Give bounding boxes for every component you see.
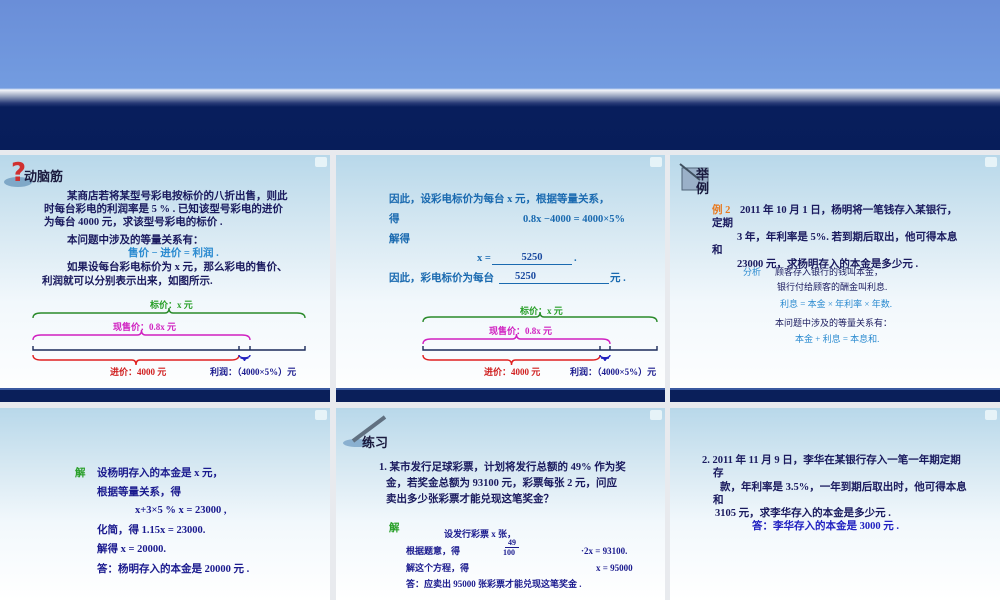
- question-line: 款，年利率是 3.5%，一年到期后取出时，他可得本息: [720, 482, 967, 493]
- brace-cost: [32, 354, 240, 366]
- equation: 利息 = 本金 × 年利率 × 年数.: [780, 299, 892, 309]
- slide-thumbnail-3[interactable]: 举例 例 2 2011 年 10 月 1 日，杨明将一笔钱存入某银行， 定期 3…: [670, 155, 1000, 402]
- number-line: [422, 346, 658, 351]
- label-sale-price: 现售价：0.8x 元: [113, 322, 177, 332]
- label-profit: 利润：（4000×5%）元: [570, 367, 657, 377]
- slide-footer-band: [336, 388, 665, 402]
- example-label: 例 2: [712, 205, 731, 216]
- text-line: 根据题意，得: [406, 546, 461, 556]
- text-line: 银行付给顾客的酬金叫利息.: [777, 282, 888, 292]
- equation: ·2x = 93100.: [581, 546, 628, 556]
- equation: x+3×5 % x = 23000 ,: [135, 505, 227, 516]
- question-line: 3105 元，求李华存入的本金是多少元 .: [715, 508, 891, 519]
- solve-label: 解: [389, 523, 400, 534]
- answer-line: 答：杨明存入的本金是 20000 元 .: [97, 564, 250, 575]
- text-line: 解得 x = 20000.: [97, 544, 166, 555]
- text-line: 定期: [712, 218, 733, 229]
- text-line: 3 年，年利率是 5%. 若到期后取出，他可得本息: [737, 232, 958, 243]
- slide-footer-band: [670, 388, 1000, 402]
- slide-title: 举例: [696, 168, 710, 197]
- question-line: 2. 2011 年 11 月 9 日，李华在某银行存入一笔一年期定期: [702, 455, 961, 466]
- text-line: 解这个方程，得: [406, 563, 470, 573]
- label-list-price: 标价：x 元: [150, 300, 193, 310]
- answer-line: 答：应卖出 95000 张彩票才能兑现这笔奖金 .: [406, 579, 582, 589]
- label-profit: 利润：（4000×5%）元: [210, 367, 297, 377]
- slide-thumbnail-6[interactable]: 2. 2011 年 11 月 9 日，李华在某银行存入一笔一年期定期 存 款，年…: [670, 408, 1000, 600]
- text-line: 2011 年 10 月 1 日，杨明将一笔钱存入某银行，: [740, 205, 958, 216]
- text-line: 和: [712, 245, 723, 256]
- slide-corner-marker: [650, 410, 662, 420]
- brace-cost: [422, 354, 601, 366]
- number-line: [32, 346, 306, 351]
- text-line: 设杨明存入的本金是 x 元，: [97, 468, 223, 479]
- question-line: 1. 某市发行足球彩票，计划将发行总额的 49% 作为奖: [379, 462, 626, 473]
- slide-thumbnail-4[interactable]: 解 设杨明存入的本金是 x 元， 根据等量关系，得 x+3×5 % x = 23…: [0, 408, 330, 600]
- fraction-numerator: 49: [505, 538, 519, 548]
- equation: x = 95000: [596, 563, 633, 573]
- brace-profit: [238, 354, 251, 362]
- slide-corner-marker: [315, 410, 327, 420]
- price-diagram: [32, 307, 306, 366]
- price-diagram: [422, 311, 658, 366]
- fraction-denominator: 100: [503, 548, 515, 557]
- slide-thumbnail-2[interactable]: 因此，设彩电标价为每台 x 元，根据等量关系， 得 0.8x −4000 = 4…: [336, 155, 665, 402]
- slide-thumbnail-5[interactable]: 练习 1. 某市发行足球彩票，计划将发行总额的 49% 作为奖 金，若奖金总额为…: [336, 408, 665, 600]
- label-sale-price: 现售价：0.8x 元: [489, 326, 553, 336]
- slide-title: 练习: [362, 436, 389, 451]
- question-line: 卖出多少张彩票才能兑现这笔奖金？: [386, 494, 554, 505]
- label-cost: 进价：4000 元: [484, 367, 541, 377]
- answer-line: 答：李华存入的本金是 3000 元 .: [752, 521, 899, 532]
- label-cost: 进价：4000 元: [110, 367, 167, 377]
- text-line: 根据等量关系，得: [97, 487, 181, 498]
- top-banner: [0, 0, 1000, 150]
- equation: 本金 + 利息 = 本息和.: [795, 334, 880, 344]
- question-line: 存: [713, 468, 724, 479]
- slide-footer-band: [0, 388, 330, 402]
- label-list-price: 标价：x 元: [520, 306, 563, 316]
- text-line: 本问题中涉及的等量关系有：: [775, 318, 893, 328]
- slide-corner-marker: [985, 410, 997, 420]
- analysis-label: 分析: [743, 267, 762, 277]
- slide-corner-marker: [985, 157, 997, 167]
- question-line: 金，若奖金总额为 93100 元，彩票每张 2 元，问应: [386, 478, 617, 489]
- solve-label: 解: [75, 468, 86, 479]
- text-line: 顾客存入银行的钱叫本金，: [775, 267, 884, 277]
- slide-thumbnail-1[interactable]: ? 动脑筋 某商店若将某型号彩电按标价的八折出售，则此 时每台彩电的利润率是 5…: [0, 155, 330, 402]
- brace-profit: [599, 354, 611, 362]
- question-line: 和: [713, 495, 724, 506]
- text-line: 化简，得 1.15x = 23000.: [97, 525, 206, 536]
